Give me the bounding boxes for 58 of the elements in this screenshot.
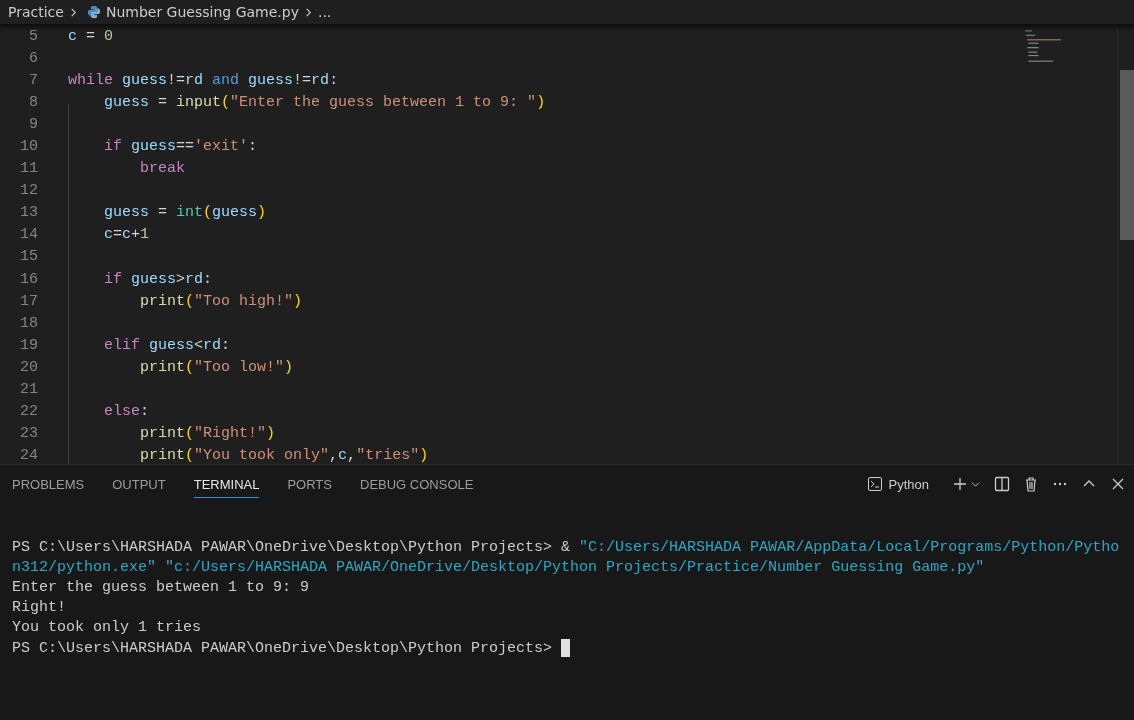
code-line: print("Too low!") bbox=[139, 358, 294, 376]
split-icon[interactable] bbox=[994, 476, 1010, 492]
scrollbar-thumb[interactable] bbox=[1120, 70, 1134, 240]
code-line: while guess!=rd and guess!=rd: bbox=[68, 71, 339, 89]
terminal-profile-button[interactable]: Python bbox=[866, 476, 929, 492]
terminal-icon bbox=[866, 476, 883, 492]
terminal-line: n312/python.exe" "c:/Users/HARSHADA PAWAR/OneDrive/Desktop/Python Projects/Practice/Number Guessing Game.py" bbox=[12, 558, 985, 576]
line-number: 21 bbox=[19, 381, 38, 399]
panel-tab[interactable]: DEBUG CONSOLE bbox=[360, 470, 474, 498]
panel-tab[interactable]: PORTS bbox=[287, 470, 332, 498]
line-number: 17 bbox=[19, 292, 38, 310]
code-line: c=c+1 bbox=[103, 226, 150, 244]
line-number: 9 bbox=[28, 115, 38, 133]
line-number: 15 bbox=[19, 248, 38, 266]
line-number: 14 bbox=[19, 226, 38, 244]
terminal-line: Enter the guess between 1 to 9: 9 bbox=[12, 578, 310, 596]
trash-icon[interactable] bbox=[1023, 476, 1039, 492]
code-line: else: bbox=[103, 403, 150, 421]
line-number: 22 bbox=[19, 403, 38, 421]
close-icon[interactable] bbox=[1110, 476, 1126, 492]
terminal-line: Right! bbox=[12, 599, 66, 617]
line-number: 24 bbox=[19, 447, 38, 465]
panel-tab[interactable]: TERMINAL bbox=[193, 470, 260, 498]
code-line: break bbox=[139, 160, 186, 178]
code-line: print("You took only",c,"tries") bbox=[139, 447, 429, 465]
python-file-icon bbox=[86, 5, 101, 19]
breadcrumb-folder[interactable]: Practice bbox=[8, 4, 64, 20]
terminal-line: PS C:\Users\HARSHADA PAWAR\OneDrive\Desktop\Python Projects> & "C:/Users/HARSHADA PAWAR/AppData/Local/Programs/Python/Pytho bbox=[12, 538, 1120, 556]
terminal-line: PS C:\Users\HARSHADA PAWAR\OneDrive\Desktop\Python Projects> bbox=[12, 639, 554, 657]
line-number: 16 bbox=[19, 270, 38, 288]
breadcrumb-file[interactable]: Number Guessing Game.py bbox=[105, 4, 299, 20]
plus-icon[interactable] bbox=[952, 476, 968, 492]
panel-tab[interactable]: OUTPUT bbox=[112, 470, 166, 498]
code-line: print("Too high!") bbox=[139, 292, 303, 310]
line-number: 6 bbox=[28, 49, 38, 67]
code-line: if guess=='exit': bbox=[103, 138, 258, 155]
terminal-line: You took only 1 tries bbox=[12, 619, 202, 637]
code-line: guess = int(guess) bbox=[103, 204, 267, 222]
line-number: 13 bbox=[19, 204, 38, 222]
code-line: c = 0 bbox=[68, 27, 114, 45]
line-number: 7 bbox=[28, 71, 38, 89]
line-number: 23 bbox=[19, 425, 38, 443]
chevron-icon bbox=[303, 7, 313, 17]
code-line: elif guess<rd: bbox=[103, 336, 231, 354]
code-line: guess = input("Enter the guess between 1 to 9: ") bbox=[103, 93, 546, 111]
line-number: 12 bbox=[19, 182, 38, 200]
line-number: 19 bbox=[19, 336, 38, 354]
breadcrumb-more[interactable]: ... bbox=[317, 4, 332, 20]
line-number: 10 bbox=[19, 138, 38, 155]
code-line: print("Right!") bbox=[139, 425, 276, 443]
code-line: if guess>rd: bbox=[103, 270, 213, 288]
panel-tab[interactable]: PROBLEMS bbox=[12, 470, 85, 498]
line-number: 5 bbox=[28, 27, 38, 45]
line-number: 18 bbox=[19, 314, 38, 332]
line-number: 8 bbox=[28, 93, 38, 111]
line-number: 11 bbox=[19, 160, 38, 178]
line-number: 20 bbox=[19, 358, 38, 376]
chevron-icon bbox=[68, 7, 78, 17]
